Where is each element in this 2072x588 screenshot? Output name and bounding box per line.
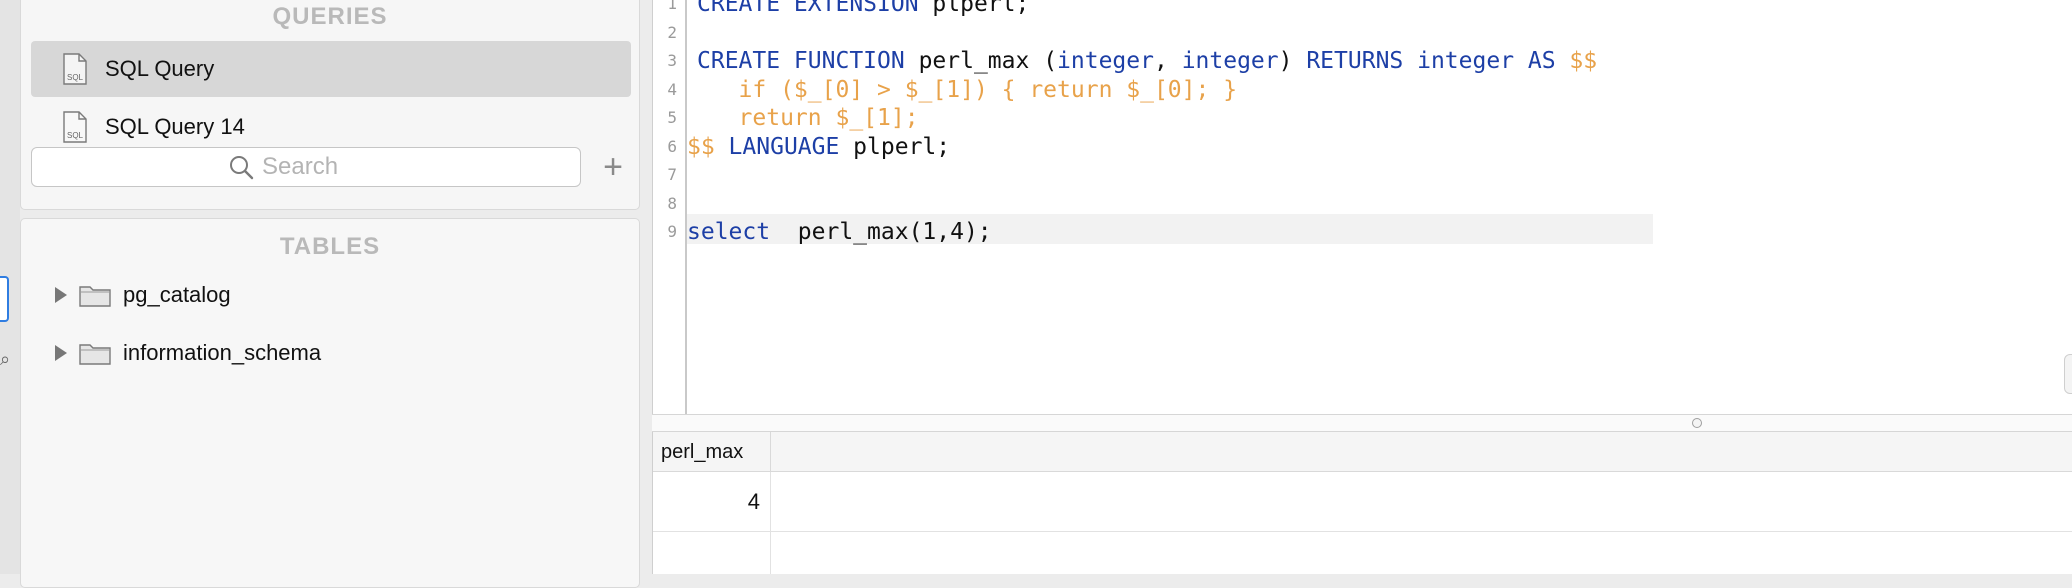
column-separator: [770, 532, 771, 574]
tables-section-title: TABLES: [279, 233, 381, 260]
code-token: LANGUAGE: [714, 133, 840, 160]
code-line[interactable]: 4 if ($_[0] > $_[1]) { return $_[0]; }: [653, 76, 2053, 104]
code-token: perl_max(1,4);: [770, 219, 992, 245]
code-token: perl_max (: [904, 48, 1058, 74]
search-input[interactable]: [260, 152, 384, 182]
selected-connection-indicator[interactable]: [0, 276, 9, 322]
line-number: 7: [667, 165, 677, 184]
left-activity-strip: ⌕: [0, 0, 20, 574]
code-text: $$ LANGUAGE plperl;: [687, 133, 950, 161]
code-token: CREATE EXTENSION: [697, 0, 919, 17]
right-panel-toggle[interactable]: [2064, 354, 2072, 394]
code-token: $$: [1555, 48, 1598, 74]
schema-item-pg-catalog[interactable]: pg_catalog: [35, 275, 231, 315]
code-token: CREATE FUNCTION: [697, 48, 905, 74]
code-token: return $_[1];: [697, 105, 919, 131]
column-header-perl-max[interactable]: perl_max: [653, 432, 771, 472]
query-search-box[interactable]: [31, 147, 581, 187]
result-cell[interactable]: 4: [653, 472, 771, 532]
query-item-sql-query[interactable]: SQL SQL Query: [31, 41, 631, 97]
code-line[interactable]: 5 return $_[1];: [653, 104, 2053, 132]
code-token: plperl;: [918, 0, 1030, 17]
schema-label: information_schema: [123, 340, 322, 365]
code-token: $$: [687, 133, 715, 160]
query-item-label: SQL Query: [105, 56, 215, 81]
results-header-row: perl_max: [653, 432, 2072, 472]
code-token: ): [1278, 48, 1307, 74]
disclosure-triangle-icon[interactable]: [55, 345, 67, 361]
sql-file-icon: SQL: [63, 53, 87, 85]
code-text: select perl_max(1,4);: [687, 218, 992, 246]
code-token: integer: [1057, 48, 1154, 74]
table-row[interactable]: 4: [653, 472, 2072, 532]
editor-results-splitter[interactable]: [652, 414, 2072, 432]
search-icon: [230, 156, 254, 180]
query-item-label: SQL Query 14: [105, 114, 245, 139]
code-token: plperl;: [839, 133, 951, 160]
code-text: CREATE EXTENSION plperl;: [697, 0, 1029, 18]
line-number: 9: [667, 222, 677, 241]
svg-text:SQL: SQL: [67, 73, 84, 82]
line-number: 1: [667, 0, 677, 13]
code-text: CREATE FUNCTION perl_max (integer, integ…: [697, 47, 1597, 75]
code-line[interactable]: 9 select perl_max(1,4);: [653, 218, 2053, 246]
code-token: if ($_[0] > $_[1]) { return $_[0]; }: [697, 76, 1238, 103]
code-line[interactable]: 8: [653, 190, 2053, 218]
line-number: 4: [667, 79, 677, 99]
code-line[interactable]: 3 CREATE FUNCTION perl_max (integer, inte…: [653, 47, 2053, 75]
code-text: if ($_[0] > $_[1]) { return $_[0]; }: [697, 76, 1238, 104]
code-token: integer: [1181, 48, 1279, 74]
folder-icon: [79, 344, 111, 365]
line-number: 8: [667, 193, 677, 213]
tables-panel: TABLES pg_catalog information_schema: [20, 218, 640, 588]
code-line[interactable]: 6 $$ LANGUAGE plperl;: [653, 133, 2053, 161]
line-number: 3: [667, 51, 677, 70]
sql-file-icon: SQL: [63, 111, 87, 143]
sql-editor[interactable]: 1 CREATE EXTENSION plperl; 2 3 CREATE FUNCTI…: [652, 0, 2072, 414]
connection-glyph-icon: ⌕: [0, 349, 11, 369]
svg-text:SQL: SQL: [67, 131, 84, 140]
splitter-handle-icon[interactable]: [1692, 418, 1702, 428]
queries-panel: QUERIES SQL SQL Query SQL SQL Query 14 +: [20, 0, 640, 210]
line-number: 6: [667, 136, 677, 156]
queries-section-title: QUERIES: [272, 3, 388, 30]
code-line[interactable]: 7: [653, 161, 2053, 189]
disclosure-triangle-icon[interactable]: [55, 287, 67, 303]
line-number: 5: [667, 108, 677, 127]
code-line[interactable]: 1 CREATE EXTENSION plperl;: [653, 0, 2053, 18]
code-token: ,: [1153, 48, 1182, 74]
code-token: RETURNS integer AS: [1306, 48, 1556, 74]
line-number: 2: [667, 22, 677, 42]
schema-label: pg_catalog: [123, 282, 231, 307]
folder-icon: [79, 286, 111, 307]
code-token: select: [687, 219, 771, 245]
results-grid: perl_max 4: [652, 432, 2072, 574]
code-line[interactable]: 2: [653, 19, 2053, 47]
add-query-button[interactable]: +: [595, 147, 631, 187]
schema-item-information-schema[interactable]: information_schema: [35, 333, 321, 373]
code-text: return $_[1];: [697, 104, 919, 132]
